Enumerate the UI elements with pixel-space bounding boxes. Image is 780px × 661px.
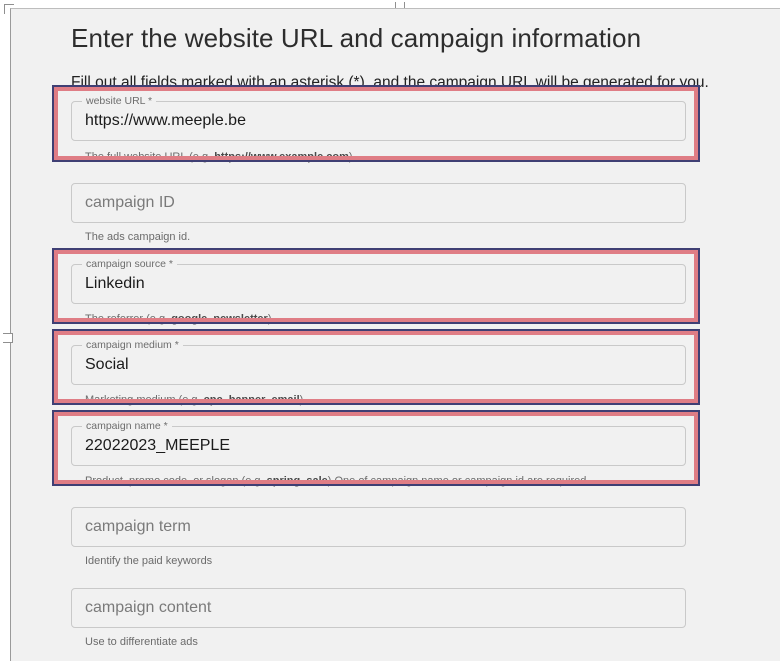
campaign-id-hint: The ads campaign id. (85, 231, 191, 243)
website-url-value: https://www.meeple.be (85, 112, 246, 129)
campaign-name-value: 22022023_MEEPLE (85, 437, 230, 454)
campaign-id-placeholder: campaign ID (85, 194, 175, 211)
page-title: Enter the website URL and campaign infor… (71, 23, 642, 53)
campaign-name-input[interactable]: campaign name * 22022023_MEEPLE (71, 420, 686, 466)
campaign-source-input[interactable]: campaign source * Linkedin (71, 258, 686, 304)
campaign-name-hint: Product, promo code, or slogan (e.g. spr… (85, 475, 590, 487)
website-url-input[interactable]: website URL * https://www.meeple.be (71, 95, 686, 141)
campaign-source-label: campaign source * (82, 258, 177, 270)
campaign-content-input[interactable]: campaign content (71, 588, 686, 628)
campaign-content-placeholder: campaign content (85, 599, 212, 616)
campaign-medium-hint: Marketing medium (e.g. cpc, banner, emai… (85, 394, 304, 406)
crop-handle-left (3, 333, 13, 343)
form-panel: Enter the website URL and campaign infor… (10, 8, 780, 661)
campaign-source-value: Linkedin (85, 275, 145, 292)
campaign-term-hint: Identify the paid keywords (85, 555, 213, 567)
campaign-medium-input[interactable]: campaign medium * Social (71, 339, 686, 385)
campaign-content-hint: Use to differentiate ads (85, 636, 198, 648)
website-url-label: website URL * (82, 95, 157, 107)
campaign-term-input[interactable]: campaign term (71, 507, 686, 547)
campaign-source-hint: The referrer (e.g. google, newsletter) (85, 313, 272, 325)
website-url-hint: The full website URL (e.g. https://www.e… (85, 151, 353, 163)
campaign-medium-label: campaign medium * (82, 339, 183, 351)
campaign-term-placeholder: campaign term (85, 518, 191, 535)
campaign-medium-value: Social (85, 356, 129, 373)
campaign-name-label: campaign name * (82, 420, 172, 432)
form-instructions: Fill out all fields marked with an aster… (71, 74, 709, 91)
campaign-id-input[interactable]: campaign ID (71, 183, 686, 223)
